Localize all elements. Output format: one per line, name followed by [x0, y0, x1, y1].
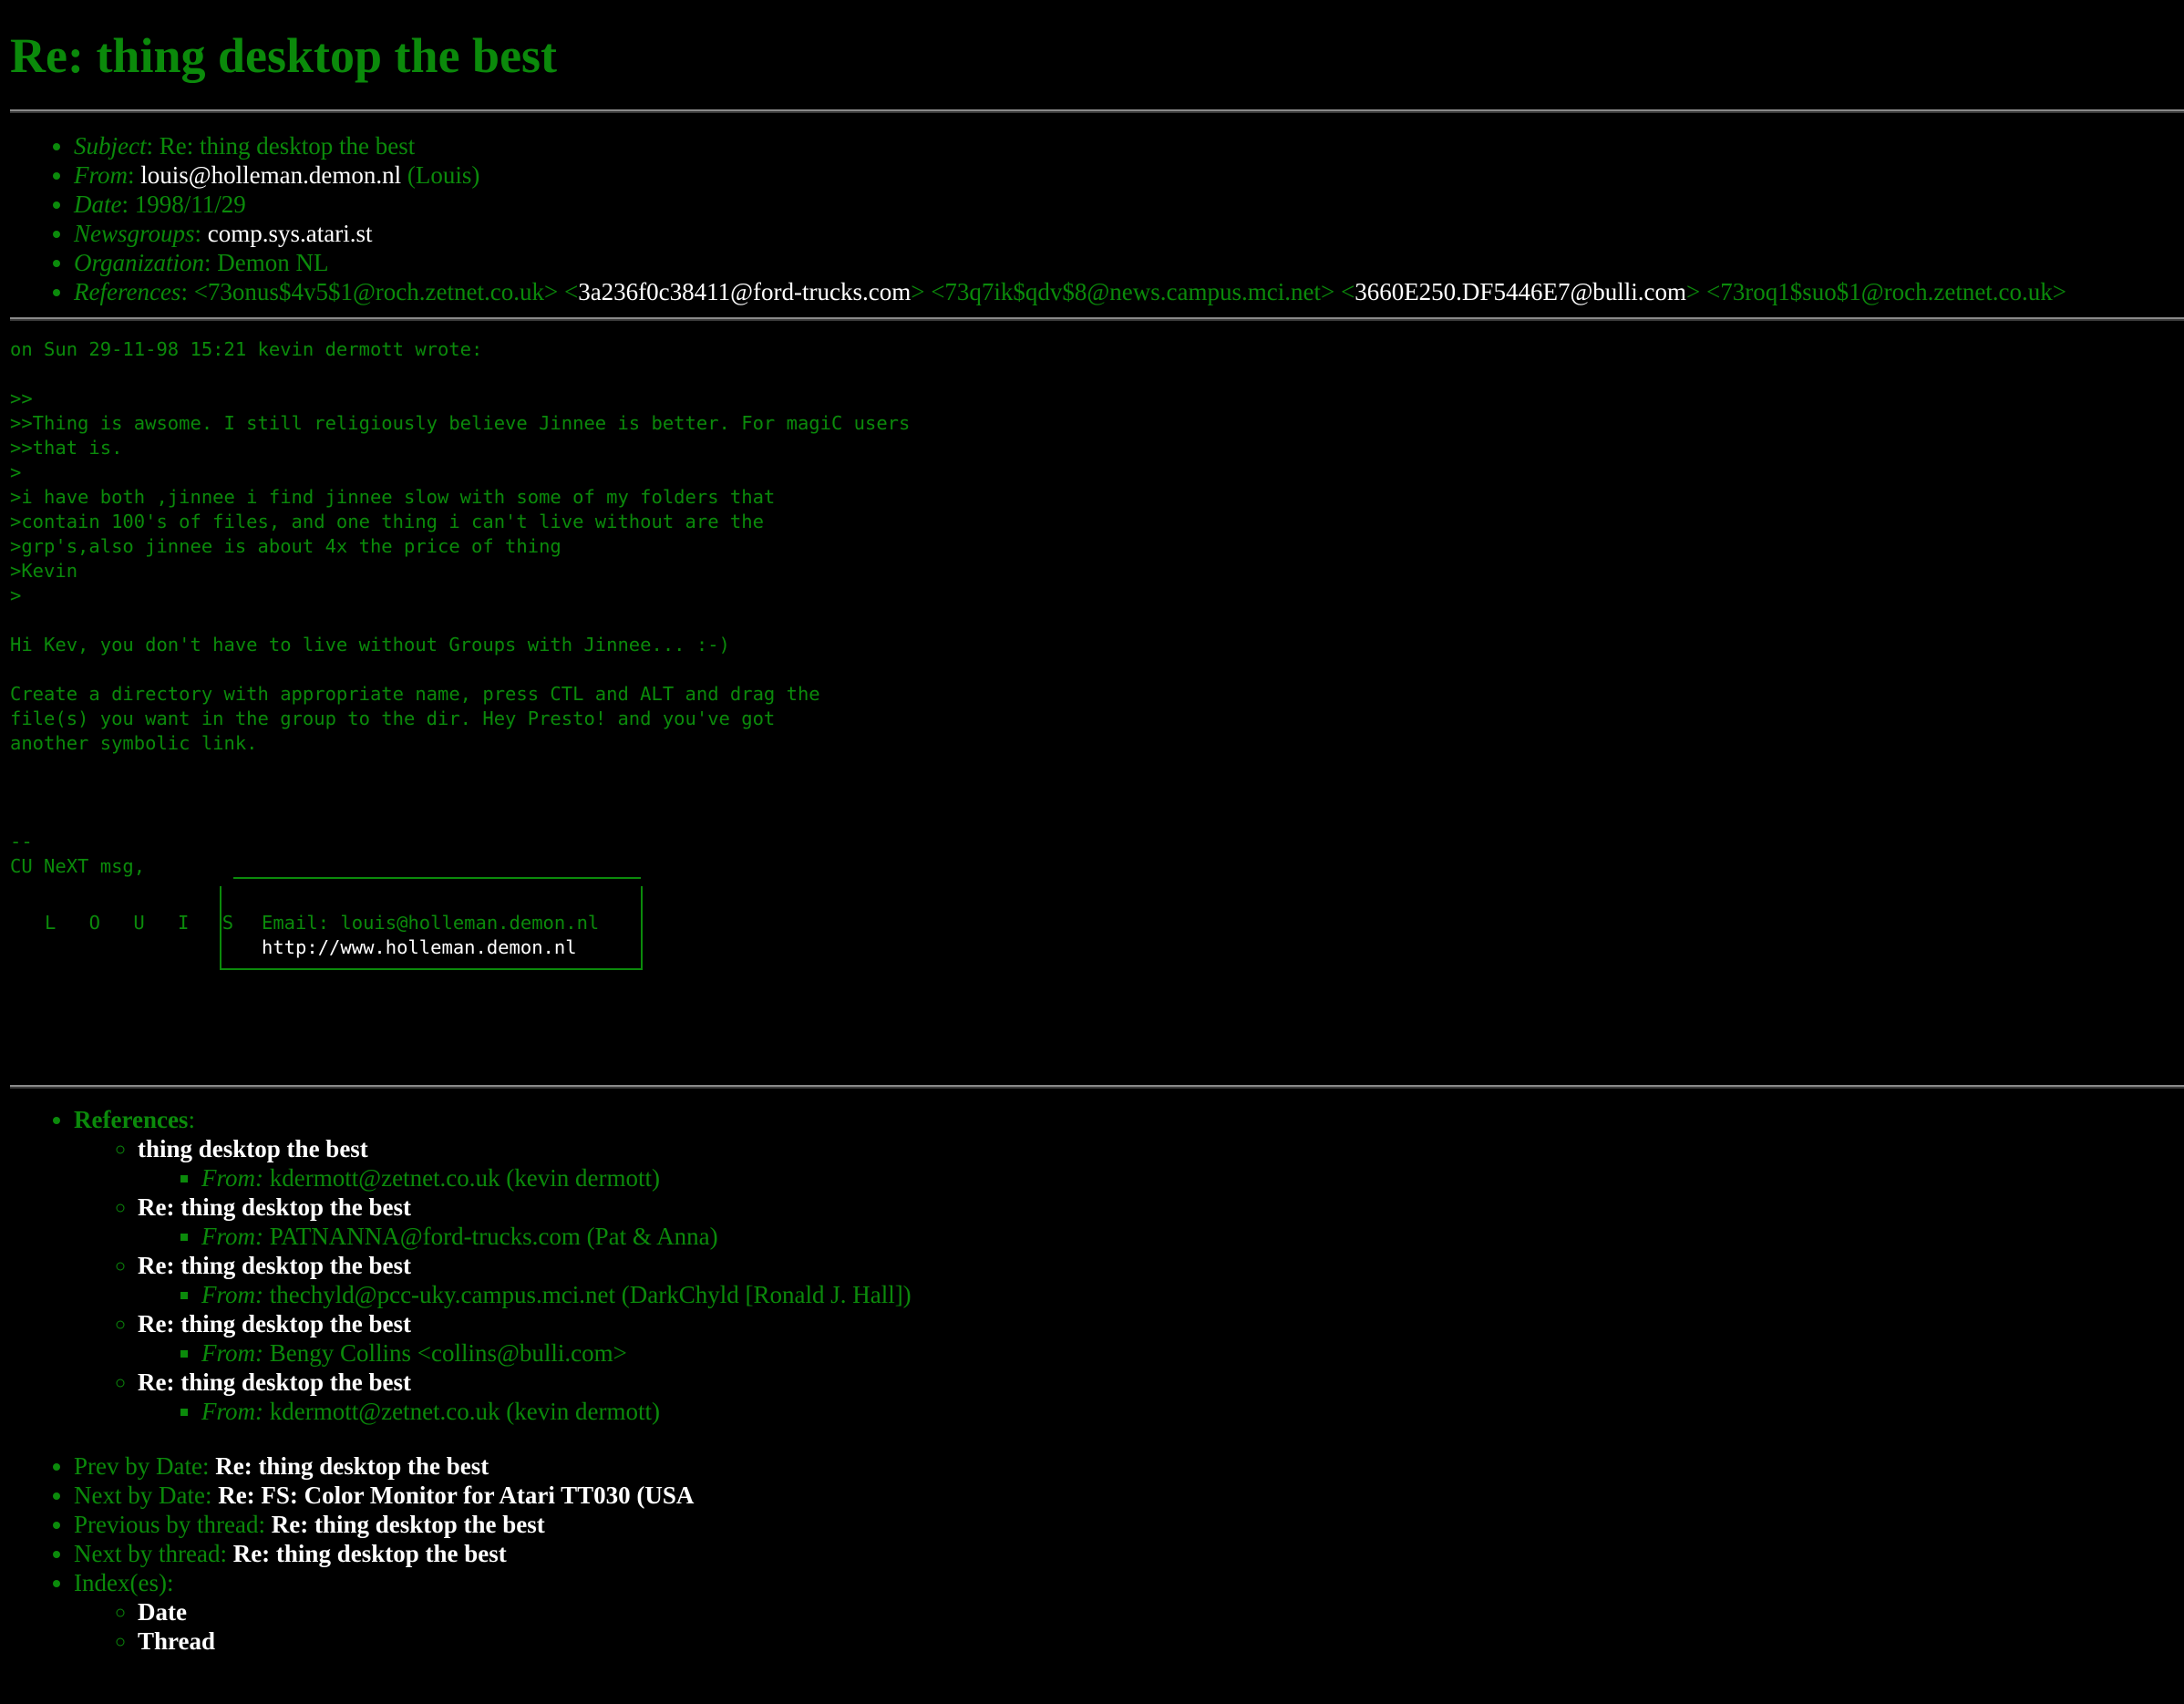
top-divider [10, 109, 2184, 113]
thread-item-link[interactable]: Re: thing desktop the best [138, 1193, 411, 1221]
signature-email: Email: louis@holleman.demon.nl [262, 912, 600, 934]
references-field: References: <73onus$4v5$1@roch.zetnet.co… [74, 277, 2179, 306]
date-label: Date [74, 191, 122, 218]
thread-item-link[interactable]: Re: thing desktop the best [138, 1368, 411, 1396]
thread-list: thing desktop the best From: kdermott@ze… [74, 1134, 2179, 1426]
references-section: References: thing desktop the best From:… [10, 1105, 2179, 1426]
reference-4-close: > [1686, 278, 1701, 305]
thread-item-meta: From: Bengy Collins <collins@bulli.com> [138, 1338, 2179, 1368]
from-label: From [74, 161, 128, 189]
signature-box: Email: louis@holleman.demon.nl http://ww… [220, 886, 643, 970]
reference-4-link[interactable]: 3660E250.DF5446E7@bulli.com [1355, 278, 1686, 305]
footer-divider [10, 1085, 2184, 1089]
from-label: From: [201, 1281, 263, 1308]
newsgroups-field: Newsgroups: comp.sys.atari.st [74, 219, 2179, 248]
next-by-date-label: Next by Date: [74, 1482, 212, 1509]
message-page: Re: thing desktop the best Subject: Re: … [0, 0, 2184, 1656]
page-title: Re: thing desktop the best [10, 28, 558, 83]
date-value: 1998/11/29 [134, 191, 246, 218]
next-by-thread-link[interactable]: Re: thing desktop the best [233, 1540, 507, 1567]
signature-box-top [233, 877, 641, 879]
newsgroups-link[interactable]: comp.sys.atari.st [208, 220, 373, 247]
thread-item-from: From: thechyld@pcc-uky.campus.mci.net (D… [201, 1280, 2179, 1309]
thread-item-from: From: Bengy Collins <collins@bulli.com> [201, 1338, 2179, 1368]
thread-item-link[interactable]: Re: thing desktop the best [138, 1252, 411, 1279]
thread-item-link[interactable]: Re: thing desktop the best [138, 1310, 411, 1337]
index-date-link[interactable]: Date [138, 1598, 187, 1626]
organization-label: Organization [74, 249, 205, 276]
next-by-date-link[interactable]: Re: FS: Color Monitor for Atari TT030 (U… [218, 1482, 694, 1509]
from-value: kdermott@zetnet.co.uk (kevin dermott) [269, 1398, 660, 1425]
next-by-thread-label: Next by thread: [74, 1540, 227, 1567]
thread-item-from: From: PATNANNA@ford-trucks.com (Pat & An… [201, 1222, 2179, 1251]
message-body: on Sun 29-11-98 15:21 kevin dermott wrot… [10, 338, 911, 877]
thread-item: thing desktop the best From: kdermott@ze… [138, 1134, 2179, 1193]
references-heading-item: References: thing desktop the best From:… [74, 1105, 2179, 1426]
index-date-item: Date [138, 1597, 2179, 1627]
from-value: thechyld@pcc-uky.campus.mci.net (DarkChy… [269, 1281, 912, 1308]
index-thread-link[interactable]: Thread [138, 1627, 215, 1655]
prev-by-thread-label: Previous by thread: [74, 1511, 265, 1538]
organization-value: Demon NL [217, 249, 329, 276]
thread-item-link[interactable]: thing desktop the best [138, 1135, 368, 1162]
signature-name: L O U I S [45, 912, 245, 934]
index-thread-item: Thread [138, 1627, 2179, 1656]
from-value: Bengy Collins <collins@bulli.com> [269, 1339, 627, 1367]
prev-by-date-label: Prev by Date: [74, 1452, 210, 1480]
date-field: Date: 1998/11/29 [74, 190, 2179, 219]
subject-label: Subject [74, 132, 147, 160]
thread-item: Re: thing desktop the best From: PATNANN… [138, 1193, 2179, 1251]
references-heading: References [74, 1106, 189, 1133]
prev-by-thread: Previous by thread: Re: thing desktop th… [74, 1510, 2179, 1539]
thread-item-meta: From: thechyld@pcc-uky.campus.mci.net (D… [138, 1280, 2179, 1309]
prev-by-date: Prev by Date: Re: thing desktop the best [74, 1451, 2179, 1481]
prev-by-date-link[interactable]: Re: thing desktop the best [215, 1452, 489, 1480]
prev-by-thread-link[interactable]: Re: thing desktop the best [272, 1511, 545, 1538]
thread-item: Re: thing desktop the best From: Bengy C… [138, 1309, 2179, 1368]
reference-2-link[interactable]: 3a236f0c38411@ford-trucks.com [578, 278, 911, 305]
organization-field: Organization: Demon NL [74, 248, 2179, 277]
thread-item-from: From: kdermott@zetnet.co.uk (kevin dermo… [201, 1163, 2179, 1193]
thread-item-meta: From: kdermott@zetnet.co.uk (kevin dermo… [138, 1397, 2179, 1426]
reference-4-open: < [1340, 278, 1355, 305]
subject-value: Re: thing desktop the best [159, 132, 416, 160]
navigation-links: Prev by Date: Re: thing desktop the best… [10, 1451, 2179, 1656]
reference-5: <73roq1$suo$1@roch.zetnet.co.uk> [1706, 278, 2067, 305]
indexes: Index(es): Date Thread [74, 1568, 2179, 1656]
thread-item: Re: thing desktop the best From: thechyl… [138, 1251, 2179, 1309]
newsgroups-label: Newsgroups [74, 220, 195, 247]
thread-item-from: From: kdermott@zetnet.co.uk (kevin dermo… [201, 1397, 2179, 1426]
reference-1: <73onus$4v5$1@roch.zetnet.co.uk> [193, 278, 559, 305]
indexes-label: Index(es): [74, 1569, 174, 1596]
reference-2-open: < [563, 278, 579, 305]
header-fields: Subject: Re: thing desktop the best From… [10, 131, 2179, 306]
signature-url-link[interactable]: http://www.holleman.demon.nl [262, 935, 577, 960]
thread-item: Re: thing desktop the best From: kdermot… [138, 1368, 2179, 1426]
thread-item-meta: From: PATNANNA@ford-trucks.com (Pat & An… [138, 1222, 2179, 1251]
subject-field: Subject: Re: thing desktop the best [74, 131, 2179, 160]
body-divider [10, 317, 2184, 321]
from-email-link[interactable]: louis@holleman.demon.nl [140, 161, 401, 189]
thread-item-meta: From: kdermott@zetnet.co.uk (kevin dermo… [138, 1163, 2179, 1193]
next-by-thread: Next by thread: Re: thing desktop the be… [74, 1539, 2179, 1568]
from-label: From: [201, 1398, 263, 1425]
from-field: From: louis@holleman.demon.nl (Louis) [74, 160, 2179, 190]
from-label: From: [201, 1223, 263, 1250]
from-name: (Louis) [407, 161, 480, 189]
reference-2-close: > [911, 278, 925, 305]
index-list: Date Thread [74, 1597, 2179, 1656]
references-label: References [74, 278, 181, 305]
from-value: PATNANNA@ford-trucks.com (Pat & Anna) [269, 1223, 718, 1250]
reference-3: <73q7ik$qdv$8@news.campus.mci.net> [931, 278, 1335, 305]
signature-block: L O U I S Email: louis@holleman.demon.nl… [10, 877, 2179, 985]
from-label: From: [201, 1164, 263, 1192]
next-by-date: Next by Date: Re: FS: Color Monitor for … [74, 1481, 2179, 1510]
from-label: From: [201, 1339, 263, 1367]
from-value: kdermott@zetnet.co.uk (kevin dermott) [269, 1164, 660, 1192]
